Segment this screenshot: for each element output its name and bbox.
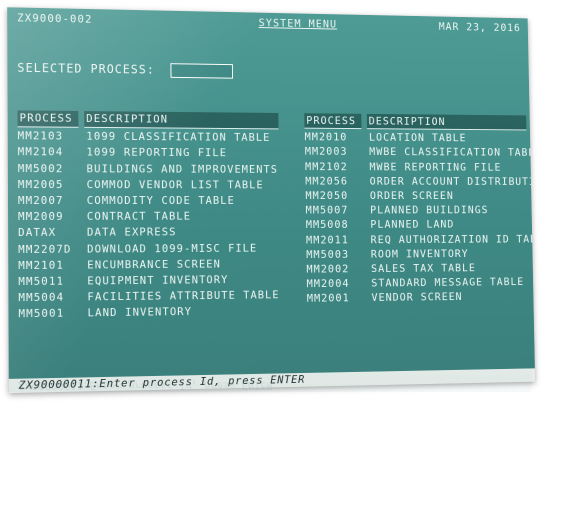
list-item[interactable]: MM5008 PLANNED LAND bbox=[306, 217, 535, 232]
process-description: EQUIPMENT INVENTORY bbox=[87, 273, 229, 288]
list-item[interactable]: MM2005 COMMOD VENDOR LIST TABLE bbox=[18, 177, 280, 193]
list-item[interactable]: MM2056 ORDER ACCOUNT DISTRIBUTION bbox=[305, 174, 535, 189]
list-item[interactable]: MM2103 1099 CLASSIFICATION TABLE bbox=[18, 128, 279, 146]
process-code: DATAX bbox=[18, 226, 57, 240]
process-column-header: PROCESS bbox=[17, 110, 79, 128]
process-description: PLANNED BUILDINGS bbox=[370, 203, 489, 217]
process-list-right: PROCESS DESCRIPTION MM2010 LOCATION TABLE… bbox=[304, 113, 535, 306]
date-display: MAR 23, 2016 bbox=[438, 20, 521, 35]
process-code: MM2011 bbox=[305, 233, 349, 247]
process-description: DATA EXPRESS bbox=[86, 225, 177, 240]
process-code: MM2005 bbox=[17, 177, 64, 191]
list-item[interactable]: MM2050 ORDER SCREEN bbox=[305, 188, 535, 203]
process-code: MM2002 bbox=[306, 262, 350, 276]
process-code: MM5004 bbox=[18, 290, 65, 305]
process-code: MM2001 bbox=[306, 291, 350, 306]
description-column-header: DESCRIPTION bbox=[84, 111, 279, 130]
process-code: MM2003 bbox=[304, 145, 348, 159]
process-code: MM5011 bbox=[18, 274, 65, 289]
process-code: MM5008 bbox=[305, 218, 349, 232]
column-headers-right: PROCESS DESCRIPTION bbox=[304, 113, 535, 131]
process-code: MM2007 bbox=[17, 194, 64, 208]
process-code: MM5001 bbox=[18, 307, 65, 321]
process-description: PLANNED LAND bbox=[370, 218, 455, 232]
process-code: MM2207D bbox=[18, 242, 72, 256]
process-description: COMMOD VENDOR LIST TABLE bbox=[86, 178, 264, 192]
process-code: MM2101 bbox=[18, 258, 65, 272]
process-code: MM2050 bbox=[305, 189, 349, 202]
process-description: MWBE CLASSIFICATION TABLE bbox=[369, 145, 536, 160]
process-description: STANDARD MESSAGE TABLE bbox=[371, 275, 525, 290]
list-item[interactable]: MM2007 COMMODITY CODE TABLE bbox=[18, 193, 280, 209]
process-code: MM5003 bbox=[306, 247, 350, 261]
process-code: MM2010 bbox=[304, 130, 348, 144]
process-description: 1099 REPORTING FILE bbox=[86, 145, 228, 160]
process-description: FACILITIES ATTRIBUTE TABLE bbox=[87, 288, 280, 304]
selected-process-row: SELECTED PROCESS: bbox=[17, 61, 233, 79]
process-code: MM2104 bbox=[17, 145, 64, 159]
list-item[interactable]: MM2003 MWBE CLASSIFICATION TABLE bbox=[305, 144, 535, 160]
process-description: ORDER ACCOUNT DISTRIBUTION bbox=[369, 174, 536, 188]
process-description: SALES TAX TABLE bbox=[370, 261, 476, 275]
process-description: MWBE REPORTING FILE bbox=[369, 160, 502, 174]
process-description: ENCUMBRANCE SCREEN bbox=[87, 257, 222, 272]
process-description: VENDOR SCREEN bbox=[371, 290, 463, 305]
list-item[interactable]: MM2102 MWBE REPORTING FILE bbox=[305, 159, 535, 174]
process-code: MM2056 bbox=[305, 174, 349, 188]
screen-reflection: ZX90000011:Enter process Id, press ENTER bbox=[8, 352, 532, 392]
process-code: MM2103 bbox=[17, 129, 64, 143]
screen-id: ZX9000-002 bbox=[17, 11, 93, 26]
process-code: MM2004 bbox=[306, 277, 350, 291]
list-item[interactable]: MM5004 FACILITIES ATTRIBUTE TABLE bbox=[18, 288, 280, 307]
list-item[interactable]: MM2001 VENDOR SCREEN bbox=[307, 289, 535, 306]
page-title: SYSTEM MENU bbox=[258, 16, 338, 31]
process-description: ROOM INVENTORY bbox=[370, 247, 469, 261]
selected-process-input[interactable] bbox=[170, 63, 233, 79]
process-description: BUILDINGS AND IMPROVEMENTS bbox=[86, 162, 278, 176]
list-item[interactable]: MM2004 STANDARD MESSAGE TABLE bbox=[307, 275, 536, 292]
list-item[interactable]: MM5007 PLANNED BUILDINGS bbox=[306, 203, 536, 218]
terminal-screen: ZX9000-002 SYSTEM MENU MAR 23, 2016 SELE… bbox=[7, 7, 536, 394]
column-headers-left: PROCESS DESCRIPTION bbox=[17, 110, 279, 130]
process-description: ORDER SCREEN bbox=[369, 189, 454, 202]
process-code: MM2009 bbox=[17, 210, 64, 224]
selected-process-label: SELECTED PROCESS: bbox=[17, 60, 155, 77]
process-description: CONTRACT TABLE bbox=[86, 209, 192, 224]
description-column-header: DESCRIPTION bbox=[366, 113, 527, 131]
list-item[interactable]: MM2104 1099 REPORTING FILE bbox=[18, 145, 279, 162]
process-column-header: PROCESS bbox=[304, 113, 362, 130]
process-description: LOCATION TABLE bbox=[368, 131, 467, 145]
list-item[interactable]: MM5001 LAND INVENTORY bbox=[18, 303, 281, 322]
process-list-left: PROCESS DESCRIPTION MM2103 1099 CLASSIFIC… bbox=[17, 110, 281, 323]
list-item[interactable]: MM5002 BUILDINGS AND IMPROVEMENTS bbox=[18, 161, 279, 178]
process-code: MM5002 bbox=[17, 161, 64, 175]
process-description: REQ AUTHORIZATION ID TABLE bbox=[370, 232, 536, 246]
list-item[interactable]: MM2010 LOCATION TABLE bbox=[305, 130, 536, 146]
list-item[interactable]: MM2009 CONTRACT TABLE bbox=[18, 209, 280, 225]
process-description: LAND INVENTORY bbox=[87, 305, 193, 320]
list-item[interactable]: MM2011 REQ AUTHORIZATION ID TABLE bbox=[306, 232, 535, 248]
process-description: 1099 CLASSIFICATION TABLE bbox=[86, 130, 271, 145]
list-item[interactable]: MM5003 ROOM INVENTORY bbox=[306, 246, 535, 262]
list-item[interactable]: MM2207D DOWNLOAD 1099-MISC FILE bbox=[18, 240, 280, 257]
process-code: MM5007 bbox=[305, 204, 349, 217]
process-code: MM2102 bbox=[304, 160, 348, 173]
list-item[interactable]: DATAX DATA EXPRESS bbox=[18, 225, 280, 242]
process-description: COMMODITY CODE TABLE bbox=[86, 194, 235, 207]
process-description: DOWNLOAD 1099-MISC FILE bbox=[86, 241, 258, 256]
